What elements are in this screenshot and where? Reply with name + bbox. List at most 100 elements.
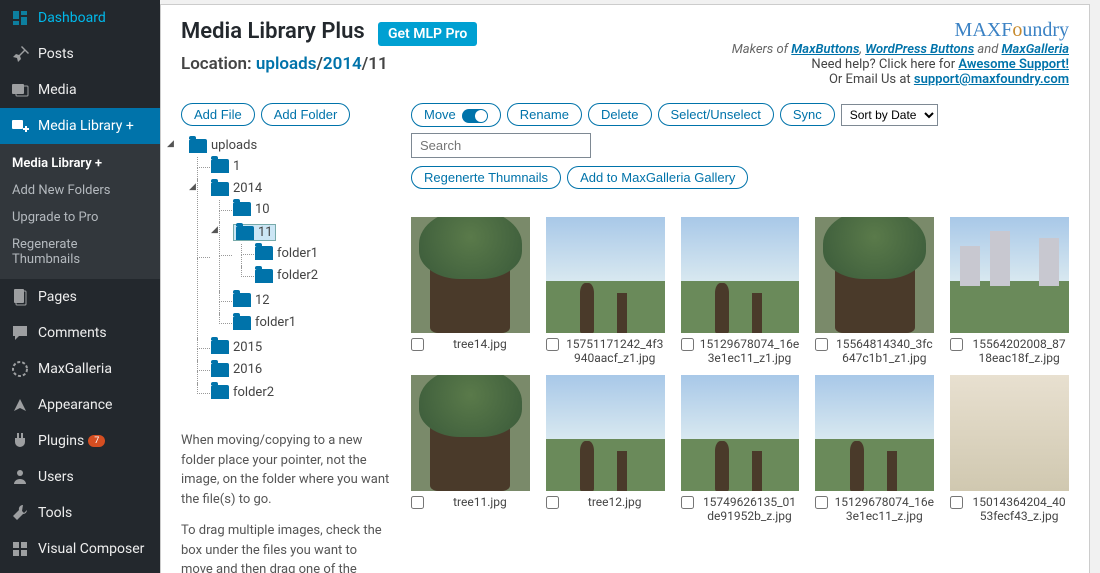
media-filename: tree12.jpg [565,495,665,509]
submenu-add-new-folders[interactable]: Add New Folders [0,177,160,204]
thumbnail-image[interactable] [815,217,934,333]
admin-sidebar: DashboardPostsMediaMedia Library +Media … [0,0,160,573]
menu-posts[interactable]: Posts [0,36,160,72]
vc-icon [10,539,30,559]
users-icon [10,467,30,487]
tree-expander[interactable]: ◢ [167,140,176,149]
media-checkbox[interactable] [411,496,424,509]
media-filename: tree14.jpg [430,337,530,351]
media-item[interactable]: tree14.jpg [411,217,530,365]
thumbnail-image[interactable] [411,217,530,333]
media-checkbox[interactable] [815,338,828,351]
media-filename: 15751171242_4f3940aacf_z1.jpg [565,337,665,365]
media-checkbox[interactable] [950,496,963,509]
thumbnail-image[interactable] [950,375,1069,491]
folder-icon [211,363,229,377]
folder-10[interactable]: 10 [233,202,270,217]
media-checkbox[interactable] [815,496,828,509]
media-filename: 15749626135_01de91952b_z.jpg [700,495,800,523]
folder-2015[interactable]: 2015 [211,340,262,355]
folder-folder2[interactable]: folder2 [255,268,318,283]
folder-icon [211,182,229,196]
thumbnail-image[interactable] [411,375,530,491]
tree-expander[interactable]: ◢ [211,226,220,235]
tree-expander[interactable]: ◢ [189,183,198,192]
folder-icon [236,226,254,240]
promo-link[interactable]: WordPress Buttons [865,42,974,57]
thumbnail-image[interactable] [681,217,800,333]
regenerate-thumbnails-button[interactable]: Regenerte Thumnails [411,166,561,189]
menu-comments[interactable]: Comments [0,315,160,351]
sync-button[interactable]: Sync [780,103,835,126]
promo-link[interactable]: MaxButtons [791,42,859,57]
media-item[interactable]: 15749626135_01de91952b_z.jpg [681,375,800,523]
media-checkbox[interactable] [546,338,559,351]
menu-users[interactable]: Users [0,459,160,495]
folder-uploads[interactable]: uploads [189,138,257,153]
thumbnail-image[interactable] [815,375,934,491]
media-item[interactable]: tree11.jpg [411,375,530,523]
menu-media-library-[interactable]: Media Library + [0,108,160,144]
folder-11[interactable]: 11 [233,224,276,241]
menu-visual-composer[interactable]: Visual Composer [0,531,160,567]
move-button[interactable]: Move [411,103,501,127]
submenu-upgrade-to-pro[interactable]: Upgrade to Pro [0,204,160,231]
breadcrumb-link[interactable]: 2014 [323,54,362,74]
menu-media[interactable]: Media [0,72,160,108]
promo-link[interactable]: MaxGalleria [1002,42,1069,57]
media-filename: 15014364204_4053fecf43_z.jpg [969,495,1069,523]
media-checkbox[interactable] [411,338,424,351]
folder-tree: ◢uploads1◢201410◢11folder1folder212folde… [181,136,391,407]
media-item[interactable]: 15751171242_4f3940aacf_z1.jpg [546,217,665,365]
move-toggle[interactable] [462,109,488,123]
thumbnail-image[interactable] [681,375,800,491]
sort-select[interactable]: Sort by Date [841,104,938,126]
media-item[interactable]: 15129678074_16e3e1ec11_z1.jpg [681,217,800,365]
thumbnail-image[interactable] [546,217,665,333]
media-filename: 15129678074_16e3e1ec11_z.jpg [834,495,934,523]
media-filename: 15564202008_8718eac18f_z.jpg [969,337,1069,365]
support-email-link[interactable]: support@maxfoundry.com [914,72,1069,87]
thumbnail-image[interactable] [950,217,1069,333]
select-unselect-button[interactable]: Select/Unselect [658,103,774,126]
submenu-media-library-[interactable]: Media Library + [0,150,160,177]
folder-folder2[interactable]: folder2 [211,385,274,400]
menu-tools[interactable]: Tools [0,495,160,531]
add-file-button[interactable]: Add File [181,103,255,126]
folder-2016[interactable]: 2016 [211,362,262,377]
folder-12[interactable]: 12 [233,293,270,308]
menu-appearance[interactable]: Appearance [0,387,160,423]
menu-plugins[interactable]: Plugins7 [0,423,160,459]
add-to-gallery-button[interactable]: Add to MaxGalleria Gallery [567,166,748,189]
folder-2014[interactable]: 2014 [211,181,262,196]
menu-dashboard[interactable]: Dashboard [0,0,160,36]
media-item[interactable]: 15564202008_8718eac18f_z.jpg [950,217,1069,365]
delete-button[interactable]: Delete [588,103,652,126]
folder-folder1[interactable]: folder1 [233,315,296,330]
menu-settings[interactable]: Settings [0,567,160,573]
submenu-regenerate-thumbnails[interactable]: Regenerate Thumbnails [0,231,160,273]
media-checkbox[interactable] [681,496,694,509]
media-item[interactable]: 15564814340_3fc647c1b1_z1.jpg [815,217,934,365]
search-input[interactable] [411,133,591,158]
rename-button[interactable]: Rename [507,103,582,126]
folder-folder1[interactable]: folder1 [255,246,318,261]
media-item[interactable]: 15014364204_4053fecf43_z.jpg [950,375,1069,523]
folder-1[interactable]: 1 [211,159,240,174]
media-item[interactable]: tree12.jpg [546,375,665,523]
page-title: Media Library Plus [181,19,365,44]
folder-icon [233,293,251,307]
menu-pages[interactable]: Pages [0,279,160,315]
breadcrumb-link[interactable]: uploads [256,54,317,74]
menu-maxgalleria[interactable]: MaxGalleria [0,351,160,387]
media-checkbox[interactable] [950,338,963,351]
get-pro-button[interactable]: Get MLP Pro [378,22,477,46]
thumbnail-image[interactable] [546,375,665,491]
media-item[interactable]: 15129678074_16e3e1ec11_z.jpg [815,375,934,523]
media-checkbox[interactable] [546,496,559,509]
add-folder-button[interactable]: Add Folder [261,103,351,126]
pin-icon [10,44,30,64]
media-checkbox[interactable] [681,338,694,351]
support-link[interactable]: Awesome Support! [958,57,1069,72]
media-icon [10,80,30,100]
